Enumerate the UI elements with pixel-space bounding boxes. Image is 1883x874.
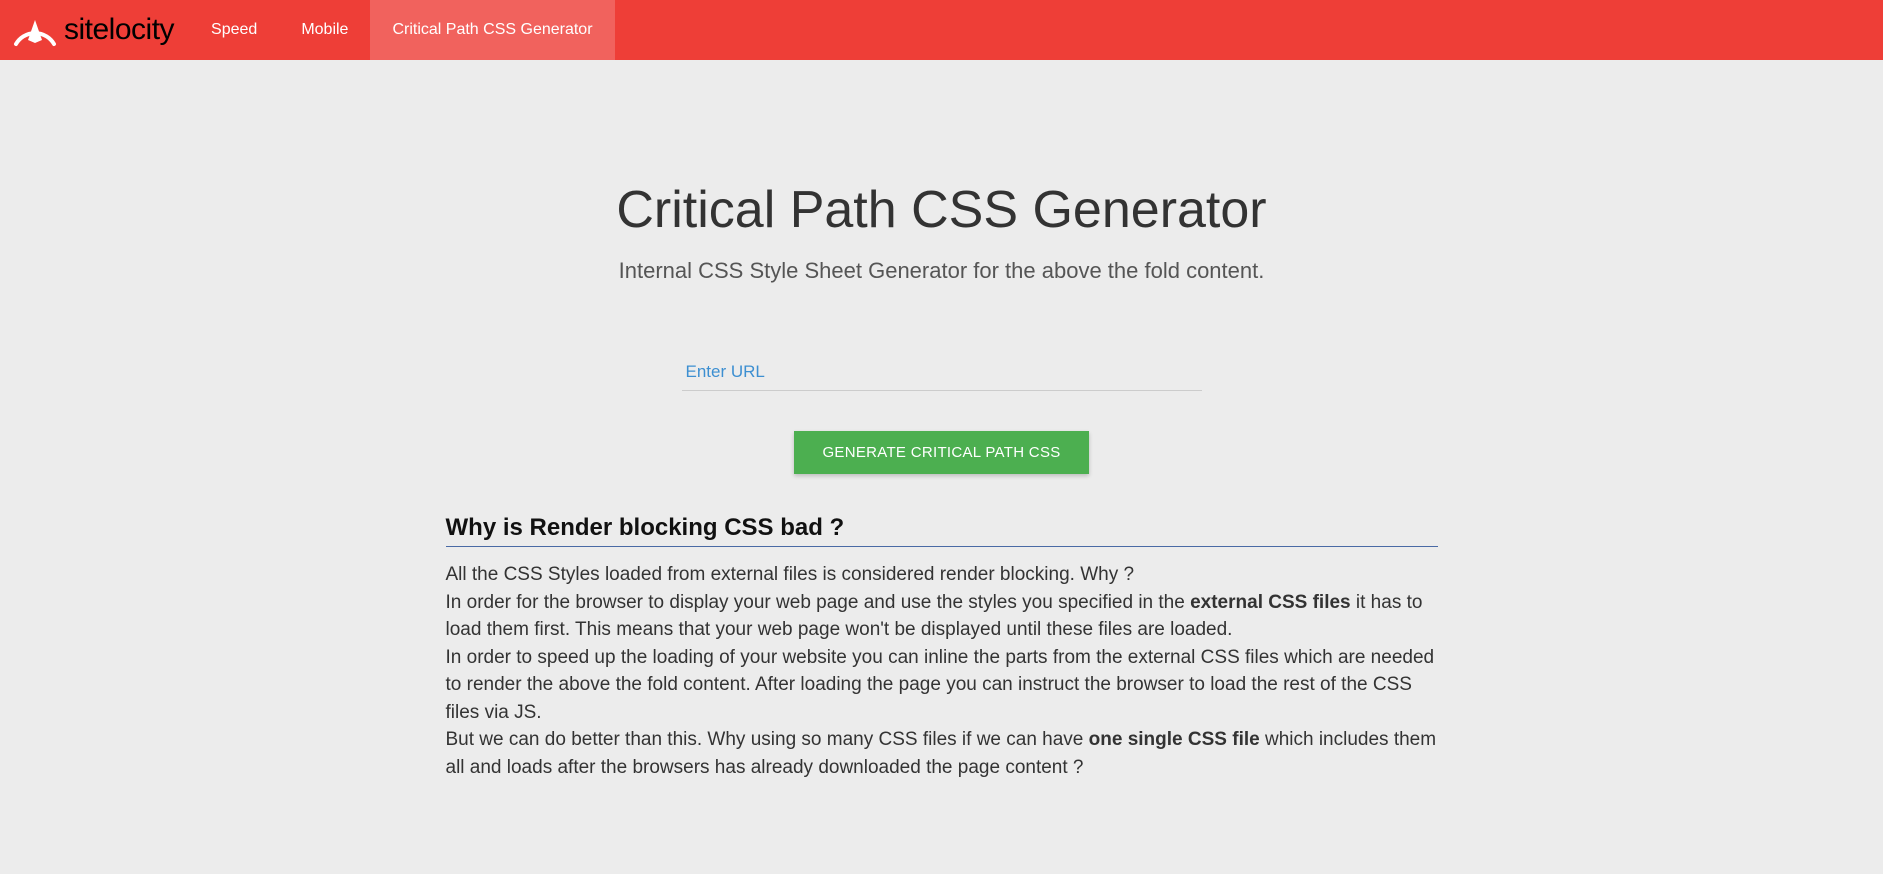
logo-icon	[10, 10, 60, 50]
generate-button[interactable]: GENERATE CRITICAL PATH CSS	[794, 431, 1088, 474]
url-input-wrap	[682, 354, 1202, 391]
page-subtitle: Internal CSS Style Sheet Generator for t…	[619, 258, 1265, 284]
page-title: Critical Path CSS Generator	[616, 180, 1266, 240]
url-input[interactable]	[682, 354, 1202, 391]
main-content: Critical Path CSS Generator Internal CSS…	[0, 60, 1883, 781]
nav-critical-path[interactable]: Critical Path CSS Generator	[370, 0, 614, 60]
article-content: Why is Render blocking CSS bad ? All the…	[446, 514, 1438, 781]
para-4b-bold: one single CSS file	[1089, 729, 1260, 750]
para-3: In order to speed up the loading of your…	[446, 644, 1438, 727]
logo[interactable]: sitelocity	[10, 10, 174, 50]
para-4a: But we can do better than this. Why usin…	[446, 729, 1089, 750]
top-nav: Speed Mobile Critical Path CSS Generator	[189, 0, 614, 60]
para-2: In order for the browser to display your…	[446, 589, 1438, 644]
header-bar: sitelocity Speed Mobile Critical Path CS…	[0, 0, 1883, 60]
nav-mobile[interactable]: Mobile	[279, 0, 370, 60]
para-4: But we can do better than this. Why usin…	[446, 726, 1438, 781]
nav-speed[interactable]: Speed	[189, 0, 279, 60]
para-2b-bold: external CSS files	[1190, 592, 1351, 613]
section-title: Why is Render blocking CSS bad ?	[446, 514, 1438, 547]
para-2a: In order for the browser to display your…	[446, 592, 1191, 613]
para-1: All the CSS Styles loaded from external …	[446, 561, 1438, 589]
logo-text: sitelocity	[64, 13, 174, 47]
